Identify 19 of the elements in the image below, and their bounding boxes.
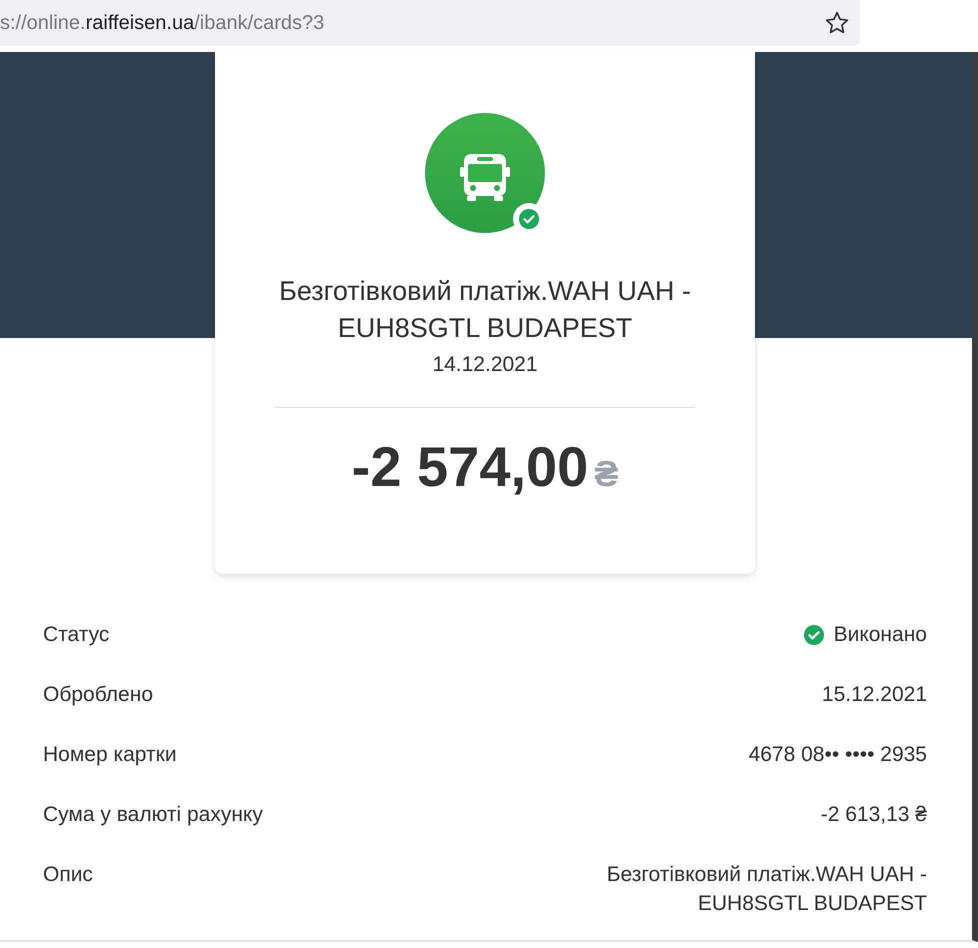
address-text: s://online.raiffeisen.ua/ibank/cards?3 [0, 12, 324, 34]
address-field[interactable]: s://online.raiffeisen.ua/ibank/cards?3 [0, 0, 860, 46]
detail-label: Сума у валюті рахунку [43, 802, 263, 828]
transaction-date: 14.12.2021 [432, 353, 538, 377]
detail-label: Номер картки [43, 742, 177, 768]
check-icon [804, 624, 824, 644]
detail-label: Оброблено [43, 682, 154, 708]
amount: -2 574,00 [352, 434, 588, 499]
bus-icon [425, 113, 545, 233]
star-icon[interactable] [824, 10, 850, 36]
detail-value: 4678 08•• •••• 2935 [748, 742, 927, 768]
detail-label: Статус [43, 622, 110, 648]
detail-value: -2 613,13 ₴ [820, 802, 927, 828]
detail-value: 15.12.2021 [822, 682, 927, 708]
detail-value: Безготівковий платіж.WAH UAH - EUH8SGTL BUDAPEST [606, 862, 927, 917]
detail-value: Виконано [834, 622, 927, 648]
detail-label: Опис [43, 862, 93, 888]
currency-sign: ₴ [594, 453, 618, 495]
transaction-title: Безготівковий платіж.WAH UAH - EUH8SGTL BUDAPEST [278, 275, 692, 345]
